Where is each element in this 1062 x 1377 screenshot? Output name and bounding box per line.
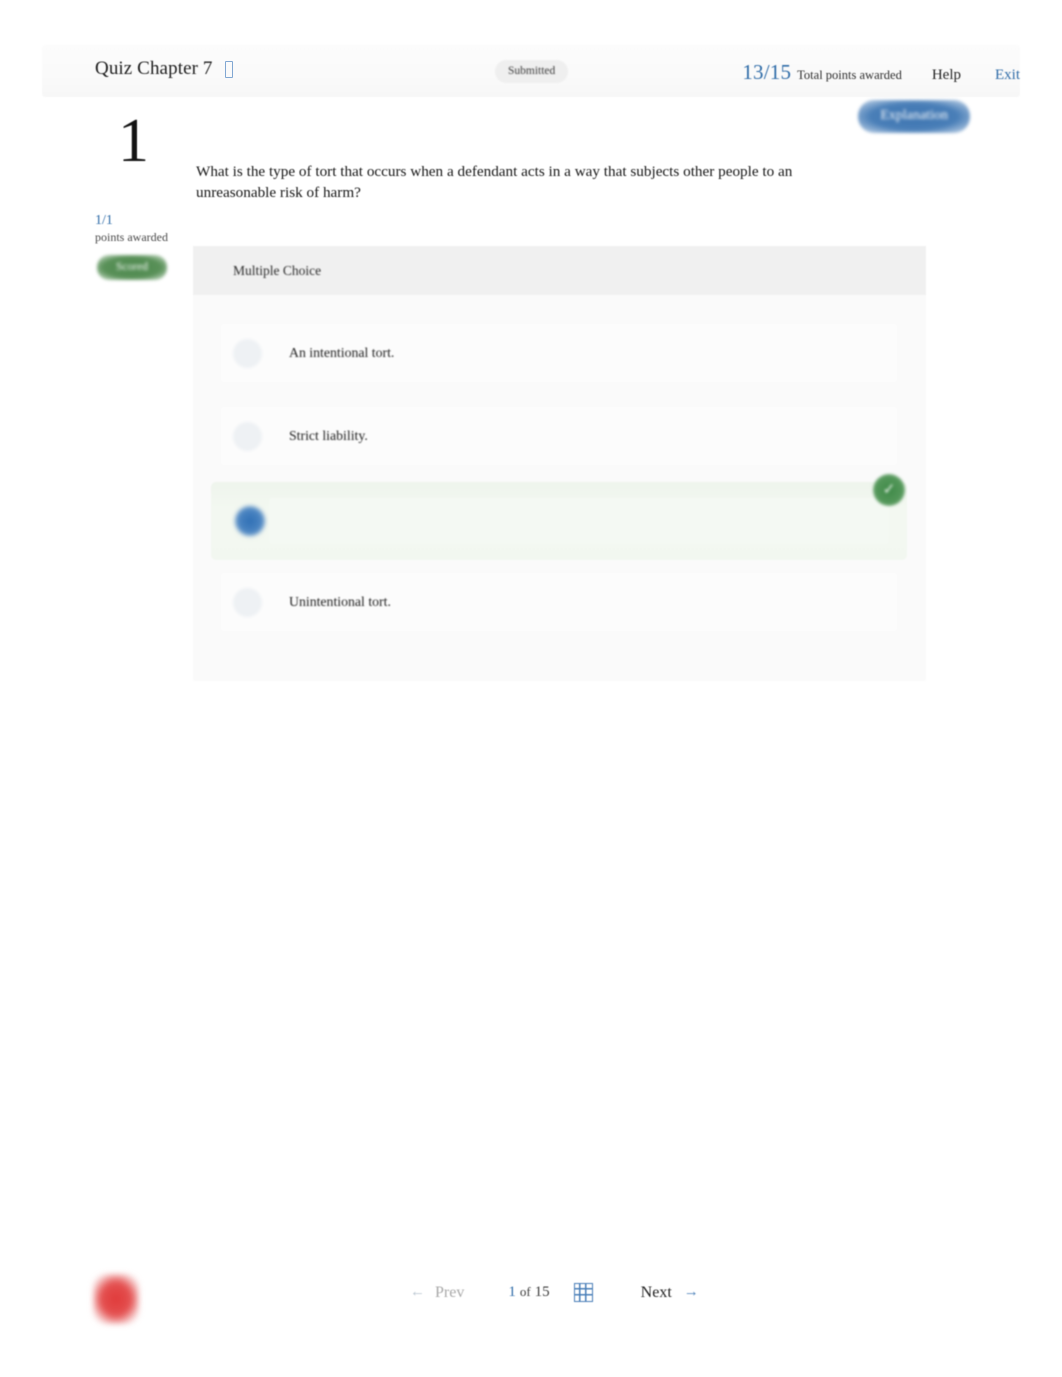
grid-navigator-icon[interactable] (573, 1283, 593, 1302)
choice-label: Strict liability. (289, 428, 368, 443)
pagination-bar: ← Prev 1 of 15 Next → (410, 1283, 699, 1302)
exit-link[interactable]: Exit (995, 67, 1020, 84)
radio-unselected-icon[interactable] (233, 421, 262, 451)
total-points-label: Total points awarded (797, 68, 902, 82)
radio-unselected-icon[interactable] (233, 338, 262, 368)
points-awarded-fraction: 1/1 (95, 213, 113, 228)
choices-card-header: Multiple Choice (193, 246, 926, 295)
question-number: 1 (118, 107, 149, 175)
help-link[interactable]: Help (932, 67, 961, 84)
next-arrow-icon[interactable]: → (684, 1284, 699, 1301)
correct-check-icon: ✓ (873, 474, 905, 506)
points-awarded-label: points awarded (95, 230, 168, 244)
total-points-fraction: 13/15 (742, 60, 792, 84)
current-page: 1 (508, 1284, 516, 1300)
placeholder-box-icon[interactable] (225, 60, 234, 78)
choice-label: Unintentional tort. (289, 594, 391, 609)
page-indicator: 1 of 15 (508, 1284, 549, 1301)
brand-logo[interactable] (93, 1274, 139, 1324)
scored-badge: Scored (97, 255, 167, 280)
status-badge: Submitted (495, 60, 569, 83)
quiz-page: Quiz Chapter 7 Submitted 13/15 Total poi… (0, 0, 1062, 1377)
score-summary: 13/15 Total points awarded Help Exit (742, 60, 1020, 85)
choice-option-2[interactable]: Strict liability. (221, 407, 897, 465)
prev-button: Prev (435, 1283, 465, 1301)
explanation-button[interactable]: Explanation (858, 100, 970, 133)
choices-card: Multiple Choice An intentional tort. Str… (193, 246, 926, 681)
choice-option-4[interactable]: Unintentional tort. (221, 573, 897, 631)
page-title: Quiz Chapter 7 (95, 58, 213, 79)
quiz-title-group: Quiz Chapter 7 (95, 58, 234, 80)
total-pages: 15 (534, 1284, 550, 1300)
prev-arrow-icon: ← (410, 1284, 425, 1300)
choice-option-1[interactable]: An intentional tort. (221, 324, 897, 382)
radio-selected-icon[interactable] (235, 506, 265, 536)
question-prompt: What is the type of tort that occurs whe… (196, 163, 793, 201)
radio-unselected-icon[interactable] (233, 587, 262, 617)
next-button[interactable]: Next (641, 1284, 672, 1302)
choice-option-3-selected-correct[interactable] (211, 482, 907, 560)
of-label: of (519, 1284, 531, 1299)
choice-label (269, 498, 889, 544)
choice-label: An intentional tort. (289, 345, 395, 360)
question-type-label: Multiple Choice (233, 263, 322, 278)
